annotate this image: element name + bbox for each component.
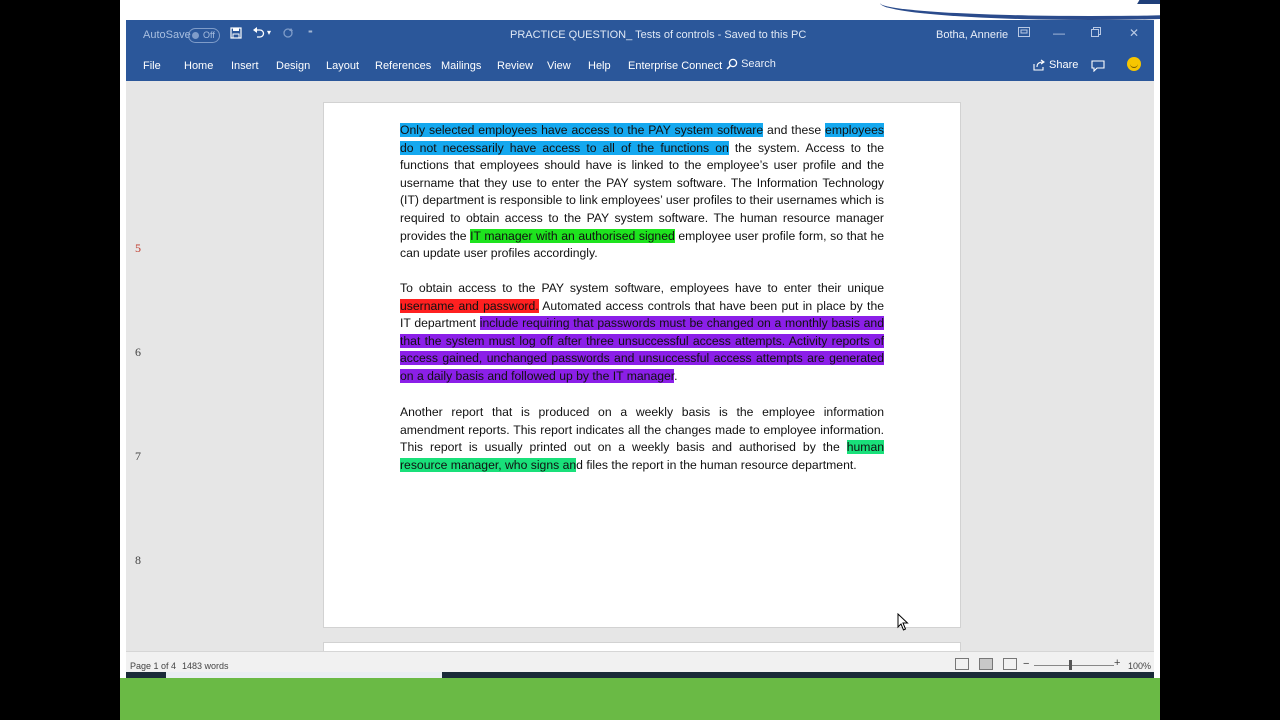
tab-view[interactable]: View: [547, 60, 571, 72]
tab-references[interactable]: References: [375, 60, 431, 72]
read-mode-icon[interactable]: [955, 658, 969, 670]
close-icon[interactable]: ✕: [1129, 26, 1139, 40]
letterbox-left: [0, 0, 120, 720]
zoom-in-button[interactable]: +: [1114, 657, 1120, 669]
tab-home[interactable]: Home: [184, 60, 213, 72]
zoom-slider[interactable]: [1034, 665, 1114, 666]
web-layout-icon[interactable]: [1003, 658, 1017, 670]
tab-insert[interactable]: Insert: [231, 60, 259, 72]
autosave-state: Off: [203, 30, 215, 40]
ribbon-display-icon[interactable]: [1018, 26, 1030, 40]
search-box[interactable]: Search: [726, 58, 776, 70]
user-name[interactable]: Botha, Annerie: [936, 29, 1008, 41]
paragraph-password-controls: To obtain access to the PAY system softw…: [400, 280, 884, 386]
text-run: and these: [763, 123, 826, 137]
slide-header-decoration: [120, 0, 1160, 20]
autosave-label: AutoSave: [143, 29, 191, 41]
slide-line-number: 6: [135, 345, 141, 359]
text-run: .: [674, 368, 678, 383]
feedback-smiley-icon[interactable]: [1127, 57, 1141, 71]
text-run: To obtain access to the PAY system softw…: [400, 281, 884, 295]
slide-line-number: 8: [135, 553, 141, 567]
redo-icon[interactable]: [282, 27, 294, 42]
text-run: the system. Access to the functions that…: [400, 140, 884, 243]
page-count[interactable]: Page 1 of 4: [130, 661, 176, 671]
highlight-green: IT manager with an authorised signed: [470, 228, 675, 243]
tab-enterprise-connect[interactable]: Enterprise Connect: [628, 60, 722, 72]
undo-dropdown-icon[interactable]: ▾: [267, 28, 271, 37]
share-button[interactable]: Share: [1033, 59, 1078, 71]
paragraph-amendment-report: Another report that is produced on a wee…: [400, 404, 884, 474]
tab-file[interactable]: File: [143, 60, 161, 72]
search-label: Search: [741, 58, 776, 70]
highlight-blue: Only selected employees have access to t…: [400, 123, 764, 137]
zoom-slider-thumb[interactable]: [1069, 660, 1072, 670]
text-run: Another report that is produced on a wee…: [400, 405, 884, 455]
toggle-knob: [192, 32, 199, 39]
paragraph-access-control: Only selected employees have access to t…: [400, 122, 884, 263]
restore-icon[interactable]: [1091, 26, 1101, 40]
zoom-level[interactable]: 100%: [1128, 661, 1151, 671]
zoom-out-button[interactable]: −: [1023, 658, 1029, 670]
slide-line-number: 5: [135, 241, 141, 255]
tab-layout[interactable]: Layout: [326, 60, 359, 72]
document-page[interactable]: Only selected employees have access to t…: [323, 102, 961, 628]
document-title: PRACTICE QUESTION_ Tests of controls - S…: [510, 29, 807, 41]
highlight-red: username and password.: [400, 298, 539, 313]
letterbox-right: [1160, 0, 1280, 720]
save-icon[interactable]: [230, 27, 242, 42]
customize-toolbar-icon[interactable]: ⁼: [308, 28, 313, 39]
undo-icon[interactable]: [252, 27, 265, 42]
word-window: AutoSave Off ▾ ⁼ PRACTICE QUESTION_ Test…: [126, 20, 1154, 679]
slide-line-number: 7: [135, 449, 141, 463]
tab-design[interactable]: Design: [276, 60, 310, 72]
mouse-pointer-icon: [897, 612, 909, 636]
document-canvas: 5 6 7 8 Only selected employees have acc…: [126, 81, 1154, 651]
comments-icon[interactable]: [1091, 59, 1105, 77]
tab-help[interactable]: Help: [588, 60, 611, 72]
title-bar: AutoSave Off ▾ ⁼ PRACTICE QUESTION_ Test…: [126, 20, 1154, 50]
tab-mailings[interactable]: Mailings: [441, 60, 481, 72]
share-icon: [1033, 59, 1045, 71]
word-count[interactable]: 1483 words: [182, 661, 229, 671]
autosave-toggle[interactable]: Off: [188, 28, 220, 43]
print-layout-icon[interactable]: [979, 658, 993, 670]
search-icon: [726, 58, 738, 70]
minimize-icon[interactable]: —: [1053, 26, 1065, 40]
tab-review[interactable]: Review: [497, 60, 533, 72]
next-page-edge: [323, 642, 961, 651]
share-label: Share: [1049, 59, 1079, 71]
ribbon-tabs: File Home Insert Design Layout Reference…: [126, 50, 1154, 81]
slide-footer-band: [120, 678, 1160, 720]
text-run: d files the report in the human resource…: [576, 457, 857, 472]
